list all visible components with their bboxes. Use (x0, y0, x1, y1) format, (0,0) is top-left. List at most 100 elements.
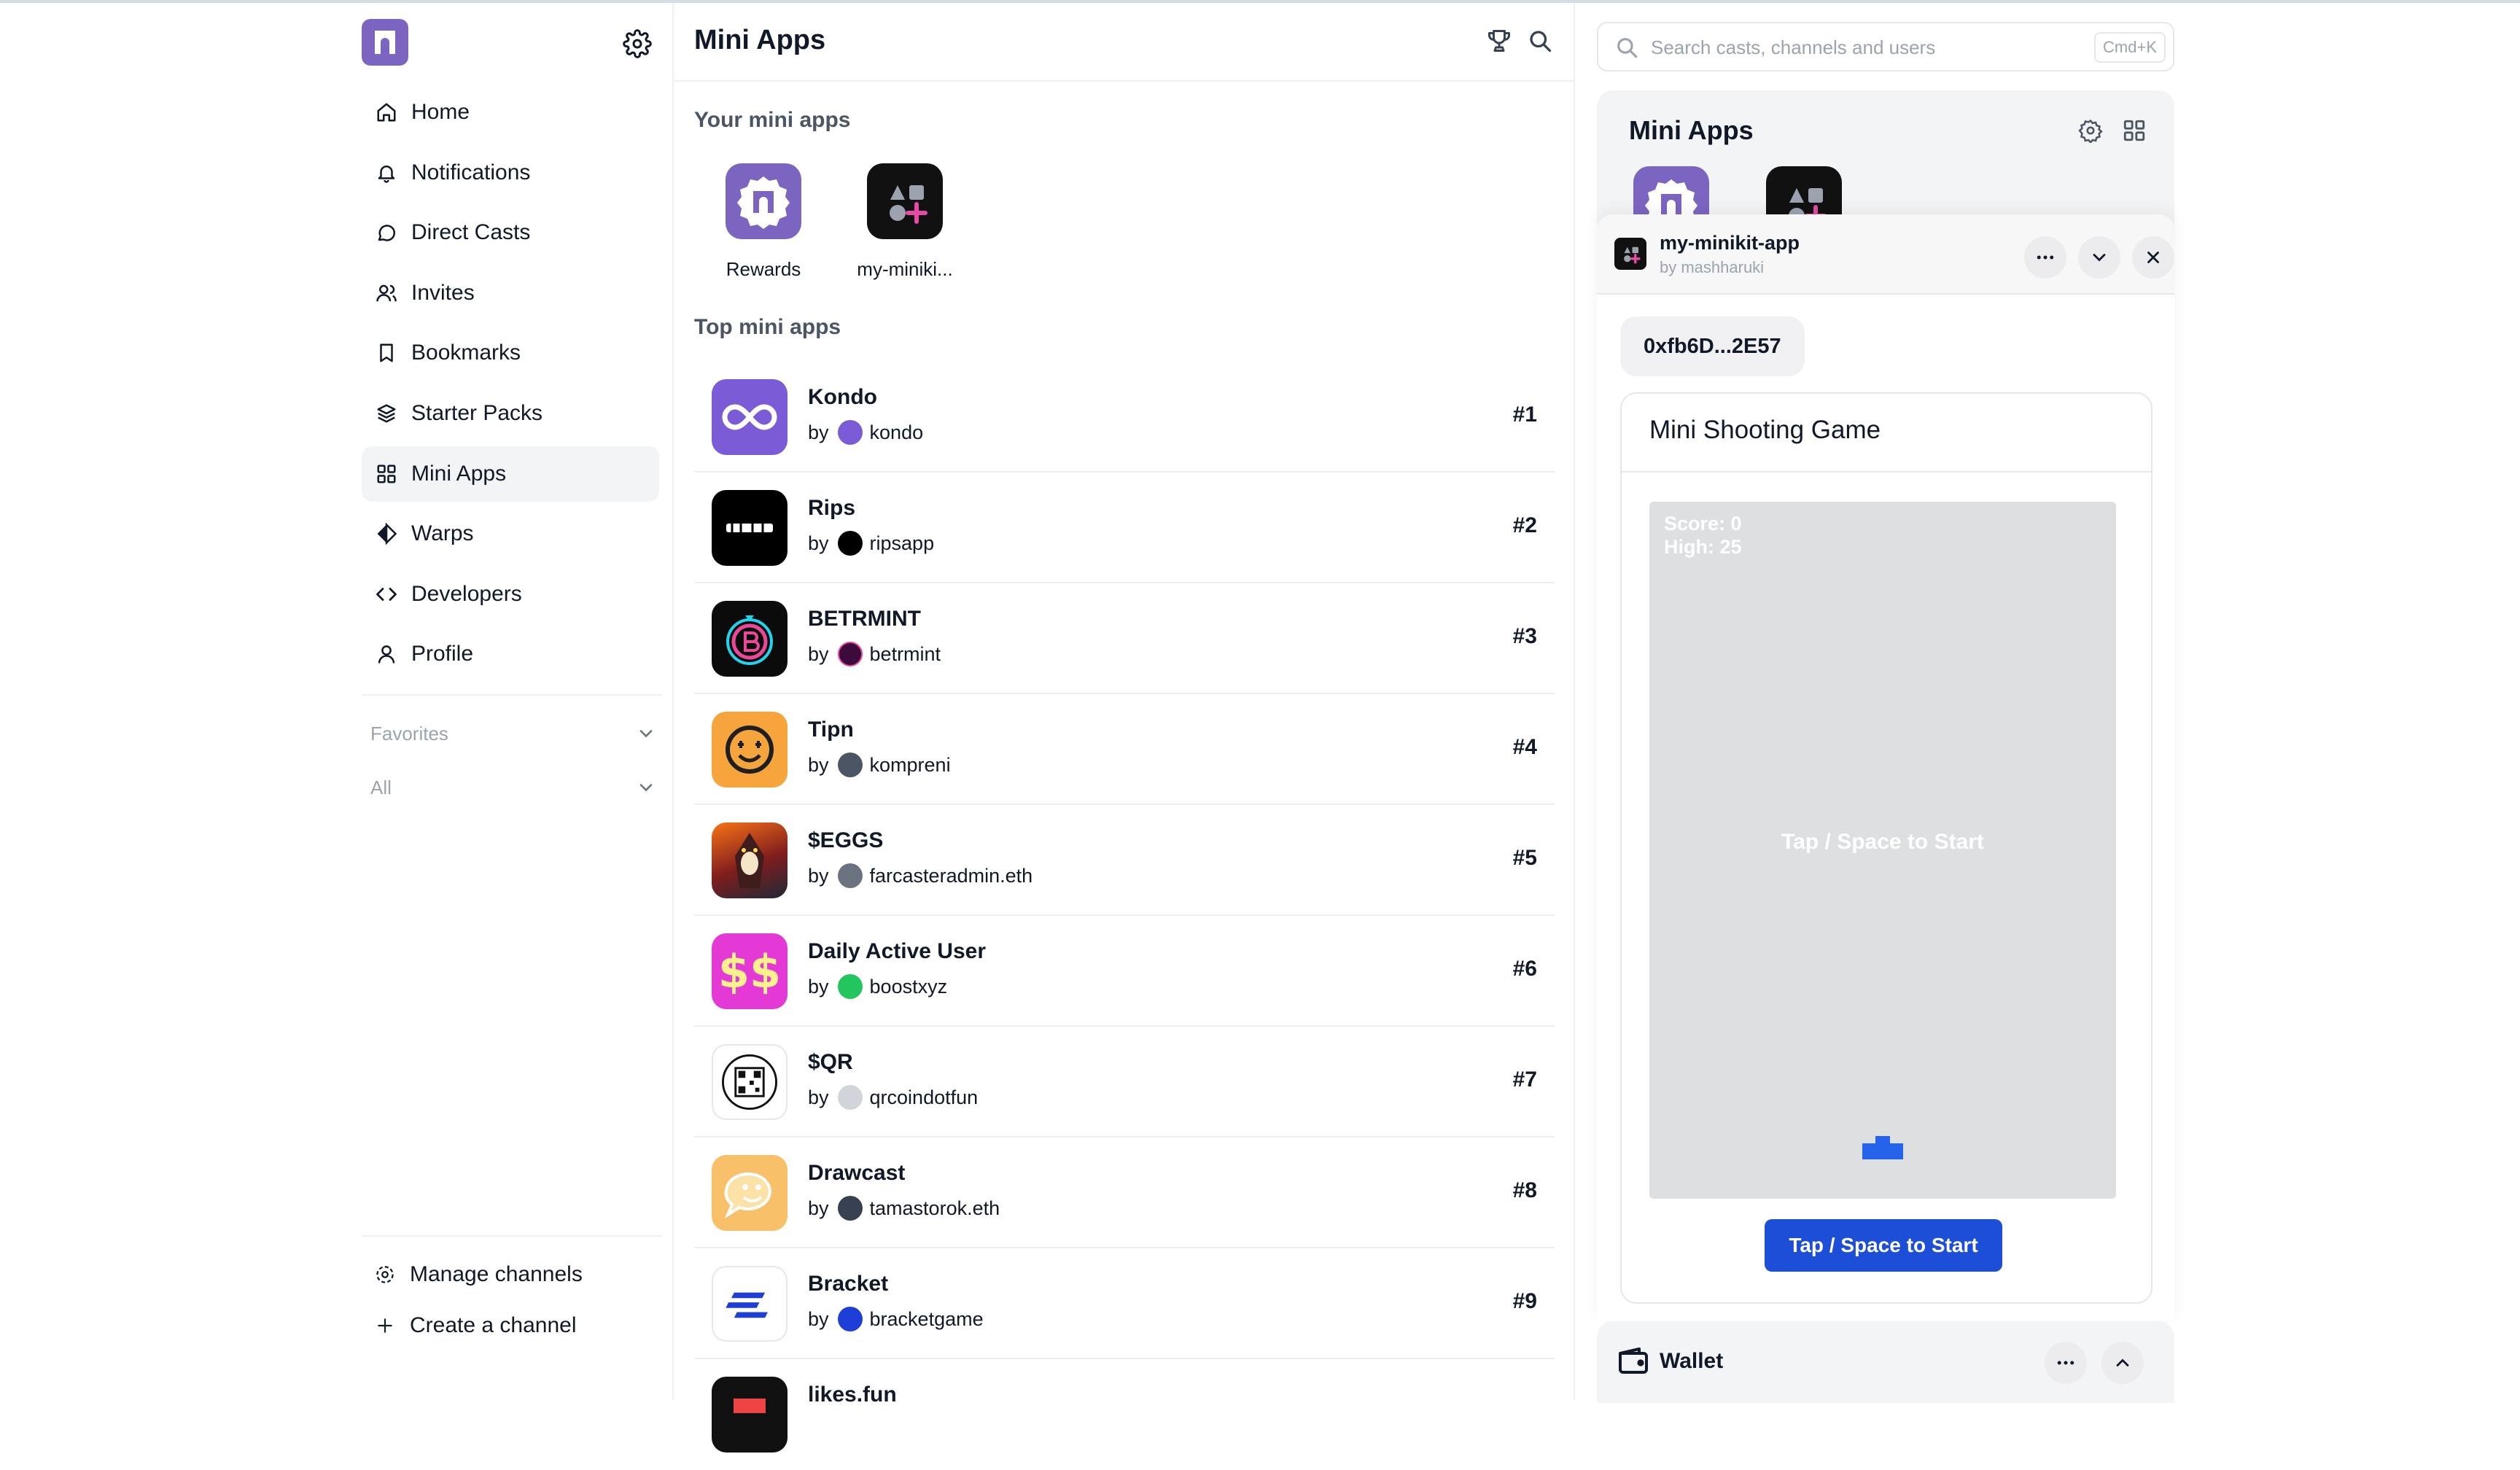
app-name: Drawcast (808, 1161, 906, 1185)
list-item[interactable]: BETRMINT by betrmint #3 (694, 583, 1555, 694)
list-item[interactable]: Drawcast by tamastorok.eth #8 (694, 1138, 1555, 1248)
nav-item-warps[interactable]: Warps (362, 506, 659, 561)
bracket-app-icon (712, 1266, 788, 1342)
manage-channels-button[interactable]: Manage channels (372, 1254, 583, 1295)
list-item[interactable]: Rips by ripsapp #2 (694, 472, 1555, 583)
app-name: Daily Active User (808, 939, 987, 963)
author-name[interactable]: betrmint (870, 643, 941, 666)
nav-item-mini-apps[interactable]: Mini Apps (362, 446, 659, 502)
more-icon (2057, 1361, 2074, 1365)
nav-item-invites[interactable]: Invites (362, 265, 659, 321)
list-item[interactable]: $QR by qrcoindotfun #7 (694, 1027, 1555, 1138)
rank-badge: #9 (1512, 1289, 1537, 1313)
nav-item-label: Starter Packs (411, 400, 543, 425)
wallet-title: Wallet (1660, 1349, 1724, 1373)
by-label: by (808, 753, 829, 776)
list-item[interactable]: Kondo by kondo #1 (694, 362, 1555, 472)
wallet-expand-button[interactable] (2101, 1342, 2144, 1384)
betrmint-app-icon (712, 601, 788, 677)
global-search[interactable]: Cmd+K (1597, 22, 2174, 71)
nav-item-notifications[interactable]: Notifications (362, 145, 659, 201)
nav-item-home[interactable]: Home (362, 85, 659, 140)
section-label: Favorites (370, 722, 448, 744)
more-icon (2037, 255, 2054, 260)
author-name[interactable]: ripsapp (870, 532, 935, 555)
close-button[interactable] (2132, 236, 2174, 279)
daily-active-user-app-icon: $$ (712, 933, 788, 1009)
right-column: Cmd+K Mini Apps my-minikit-app by mashha… (1575, 3, 2520, 1403)
app-name: BETRMINT (808, 607, 921, 631)
panel-grid-button[interactable] (2122, 118, 2151, 147)
nav-item-label: Invites (411, 280, 475, 305)
settings-icon (372, 1261, 398, 1288)
nav-item-starter-packs[interactable]: Starter Packs (362, 386, 659, 441)
rank-badge: #5 (1512, 846, 1537, 870)
wallet-address[interactable]: 0xfb6D...2E57 (1620, 316, 1805, 376)
app-author: by qrcoindotfun (808, 1085, 978, 1110)
manage-channels-label: Manage channels (410, 1262, 583, 1286)
app-author: by farcasteradmin.eth (808, 863, 1032, 888)
nav-item-bookmarks[interactable]: Bookmarks (362, 325, 659, 381)
nav-item-direct-casts[interactable]: Direct Casts (362, 205, 659, 260)
player-ship (1862, 1136, 1903, 1159)
wallet-panel: Wallet (1597, 1321, 2174, 1403)
top-mini-apps-list: Kondo by kondo #1 Rips by ripsapp #2 BETRM… (694, 362, 1555, 1470)
collapse-button[interactable] (2078, 236, 2120, 279)
author-name[interactable]: tamastorok.eth (870, 1197, 1000, 1220)
kondo-app-icon (712, 379, 788, 455)
game-canvas[interactable]: Score: 0 High: 25 Tap / Space to Start (1649, 502, 2116, 1199)
author-name[interactable]: bracketgame (870, 1308, 984, 1331)
more-options-button[interactable] (2024, 236, 2066, 279)
top-mini-apps-title: Top mini apps (694, 315, 841, 339)
list-item[interactable]: $EGGS by farcasteradmin.eth #5 (694, 805, 1555, 916)
author-name[interactable]: qrcoindotfun (870, 1086, 979, 1109)
chevron-down-icon (636, 777, 656, 798)
trophy-button[interactable] (1486, 28, 1515, 57)
avatar (837, 1196, 863, 1221)
plus-icon (372, 1312, 398, 1339)
chat-icon (372, 218, 401, 247)
rewards-app-icon (726, 163, 801, 239)
eggs-app-icon (712, 822, 788, 898)
frame-app-name: my-minikit-app (1660, 232, 1800, 254)
mini-app-my-minikit[interactable]: my-miniki... (836, 163, 974, 281)
search-input[interactable] (1649, 34, 2058, 61)
wallet-more-button[interactable] (2045, 1342, 2087, 1384)
gear-icon (2078, 119, 2103, 143)
mini-app-label: Rewards (726, 258, 801, 280)
sidebar-settings-button[interactable] (623, 29, 652, 58)
nav-item-label: Direct Casts (411, 220, 531, 245)
home-icon (372, 98, 401, 127)
start-game-button[interactable]: Tap / Space to Start (1765, 1219, 2002, 1272)
mini-app-rewards[interactable]: Rewards (694, 163, 833, 281)
nav-item-profile[interactable]: Profile (362, 626, 659, 682)
by-label: by (808, 1307, 829, 1330)
rank-badge: #2 (1512, 513, 1537, 537)
mini-apps-column: Mini Apps Your mini apps Rewards my-mini… (674, 3, 1575, 1452)
list-item[interactable]: likes.fun (694, 1359, 1555, 1470)
list-item[interactable]: Tipn by kompreni #4 (694, 694, 1555, 805)
chevron-down-icon (636, 723, 656, 744)
panel-settings-button[interactable] (2078, 118, 2107, 147)
author-name[interactable]: kondo (870, 421, 924, 444)
author-name[interactable]: boostxyz (870, 976, 948, 998)
rank-badge: #8 (1512, 1178, 1537, 1202)
section-all[interactable]: All (362, 766, 662, 809)
bell-icon (372, 158, 401, 187)
author-name[interactable]: farcasteradmin.eth (870, 865, 1033, 887)
search-button[interactable] (1527, 28, 1556, 57)
app-author: by ripsapp (808, 531, 934, 556)
nav-item-developers[interactable]: Developers (362, 567, 659, 622)
rank-badge: #6 (1512, 957, 1537, 981)
section-favorites[interactable]: Favorites (362, 712, 662, 755)
avatar (837, 642, 863, 666)
list-item[interactable]: $$ Daily Active User by boostxyz #6 (694, 916, 1555, 1027)
canvas-start-prompt: Tap / Space to Start (1781, 830, 1984, 854)
rank-badge: #3 (1512, 624, 1537, 648)
score-readout: Score: 0 High: 25 (1664, 512, 1742, 559)
create-channel-button[interactable]: Create a channel (372, 1305, 577, 1346)
list-item[interactable]: Bracket by bracketgame #9 (694, 1248, 1555, 1359)
app-author: by boostxyz (808, 974, 947, 999)
farcaster-logo[interactable] (362, 19, 408, 66)
author-name[interactable]: kompreni (870, 754, 951, 777)
